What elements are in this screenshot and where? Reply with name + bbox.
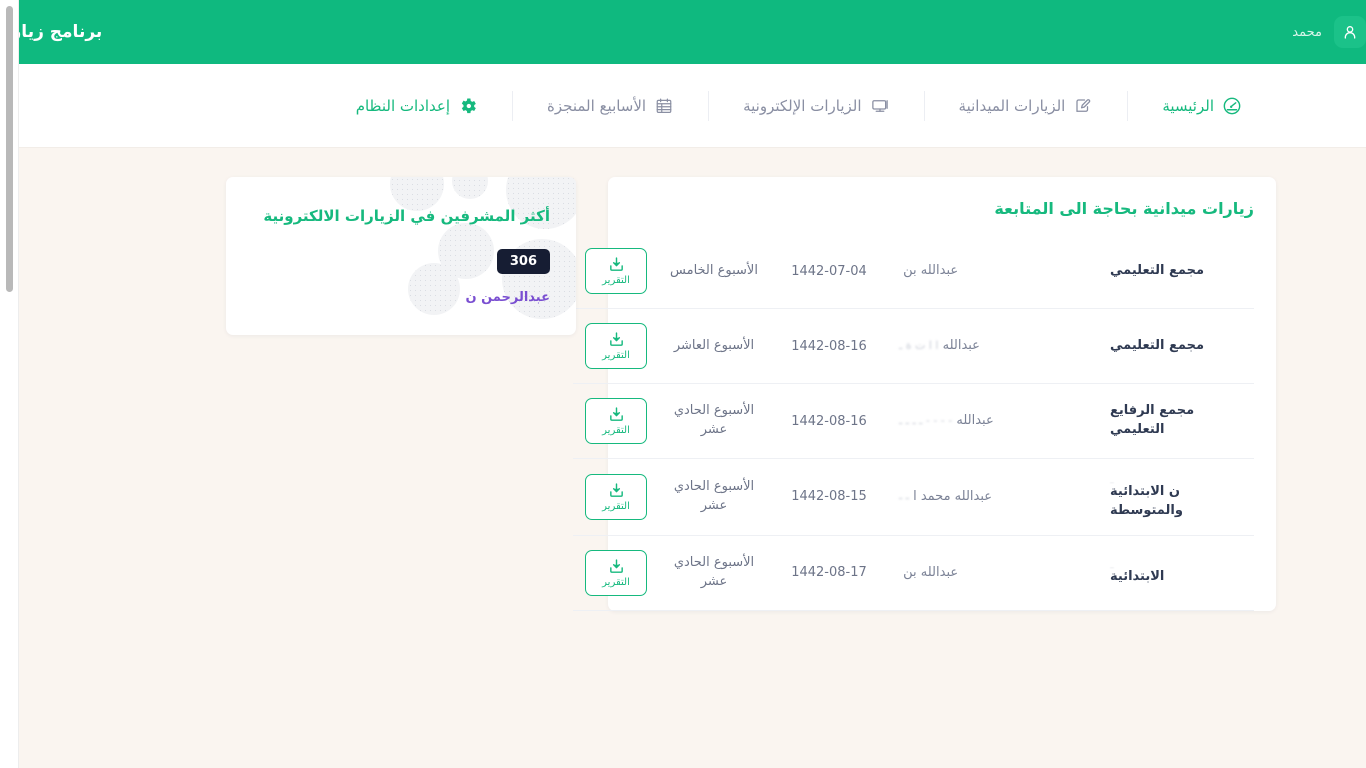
supervisor-name: عبدالله بن [903, 564, 959, 580]
download-icon [608, 331, 625, 348]
table-row[interactable]: مجمع التعليمي عبدالله ا ا ت ة ـ 1442-08-… [573, 308, 1254, 384]
report-download-button[interactable]: التقرير [585, 323, 647, 369]
cell-date: 1442-08-16 [769, 308, 889, 384]
table-row[interactable]: ـ الابتدائية عبدالله بن 1442-08-17 الأسب… [573, 535, 1254, 611]
nav-item-system-settings[interactable]: إعدادات النظام [322, 91, 512, 121]
followup-visits-card: زيارات ميدانية بحاجة الى المتابعة مجمع ا… [573, 177, 1276, 611]
table-row[interactable]: مجمع التعليمي عبدالله بن 1442-07-04 الأس… [573, 234, 1254, 309]
cell-date: 1442-07-04 [769, 234, 889, 309]
nav-item-home[interactable]: الرئيسية [1127, 90, 1276, 121]
cell-action: التقرير [573, 234, 659, 309]
nav-item-field-visits[interactable]: الزيارات الميدانية [923, 90, 1128, 121]
cell-action: التقرير [573, 308, 659, 384]
dashboard-gauge-icon [1222, 96, 1242, 116]
visit-count-badge: 306 [496, 248, 550, 274]
nav-item-label: إعدادات النظام [355, 96, 451, 115]
table-row[interactable]: مجمع الرفايع التعليمي عبدالله - - - - ـ … [573, 383, 1254, 459]
school-name: الابتدائية [1110, 569, 1165, 585]
nav-item-completed-weeks[interactable]: الأسابيع المنجزة [512, 90, 708, 121]
cell-school: مجمع الرفايع التعليمي [1104, 383, 1254, 459]
page-viewport: محمد برنامج زيارات المشرفين [19, 0, 1366, 768]
nav-item-electronic-visits[interactable]: الزيارات الإلكترونية [708, 90, 923, 121]
page-root: محمد برنامج زيارات المشرفين [0, 0, 1366, 768]
download-icon [608, 482, 625, 499]
report-button-label: التقرير [602, 425, 630, 436]
supervisor-name: عبدالله محمد ا [913, 489, 993, 505]
monitor-icon [870, 96, 890, 116]
report-button-label: التقرير [602, 275, 630, 286]
cell-week: الأسبوع الحادي عشر [659, 383, 769, 459]
scrollbar-thumb[interactable] [6, 6, 13, 292]
cell-week: الأسبوع العاشر [659, 308, 769, 384]
calendar-grid-icon [654, 96, 674, 116]
download-icon [608, 256, 625, 273]
download-icon [608, 558, 625, 575]
cell-date: 1442-08-17 [769, 535, 889, 611]
school-faint-line: ـ [1110, 474, 1114, 483]
avatar[interactable] [1334, 16, 1366, 48]
supervisor-name: عبدالله [956, 413, 994, 429]
cell-action: التقرير [573, 458, 659, 536]
cell-school: مجمع التعليمي [1104, 234, 1254, 309]
cell-date: 1442-08-15 [769, 458, 889, 536]
nav-list: الرئيسية الزيارات الميدانية الزيارات الإ… [322, 64, 1276, 147]
nav-item-label: الأسابيع المنجزة [547, 96, 647, 115]
cell-action: التقرير [573, 383, 659, 459]
report-button-label: التقرير [602, 500, 630, 512]
nav-item-label: الزيارات الميدانية [958, 96, 1066, 115]
header-user-area[interactable]: محمد [1292, 16, 1366, 48]
report-download-button[interactable]: التقرير [585, 398, 647, 444]
report-button-label: التقرير [602, 576, 630, 588]
top-supervisor-title: أكثر المشرفين في الزيارات الالكترونية [263, 207, 550, 225]
brand: برنامج زيارات المشرفين [19, 1, 102, 63]
cell-week: الأسبوع الحادي عشر [659, 458, 769, 536]
cell-action: التقرير [573, 535, 659, 611]
cell-week: الأسبوع الحادي عشر [659, 535, 769, 611]
supervisor-name: عبدالله بن [903, 263, 959, 279]
cell-school: ـ الابتدائية [1104, 535, 1254, 611]
supervisor-name: عبدالله [942, 338, 980, 354]
table-row[interactable]: ـ ن الابتدائية والمتوسطة عبدالله محمد ا … [573, 458, 1254, 536]
school-faint-line: ـ [1110, 559, 1114, 569]
cell-supervisor: عبدالله بن [889, 535, 1104, 611]
report-download-button[interactable]: التقرير [585, 473, 647, 520]
cell-supervisor: عبدالله محمد ا ـ ـ [889, 458, 1104, 536]
top-supervisor-card: أكثر المشرفين في الزيارات الالكترونية 30… [226, 177, 576, 335]
cell-supervisor: عبدالله - - - - ـ ـ ـ ـ [889, 383, 1104, 459]
user-name: محمد [1292, 24, 1322, 40]
nav-item-label: الزيارات الإلكترونية [743, 96, 862, 115]
supervisor-redacted-text: ـ ـ [899, 489, 909, 503]
followup-visits-table: مجمع التعليمي عبدالله بن 1442-07-04 الأس… [573, 234, 1254, 611]
report-download-button[interactable]: التقرير [585, 549, 647, 596]
pen-note-icon [1073, 96, 1093, 116]
cell-supervisor: عبدالله بن [889, 234, 1104, 309]
download-icon [608, 406, 625, 423]
cell-school: ـ ن الابتدائية والمتوسطة [1104, 458, 1254, 536]
report-download-button[interactable]: التقرير [585, 248, 647, 294]
school-name: ن الابتدائية والمتوسطة [1110, 484, 1183, 518]
cell-school: مجمع التعليمي [1104, 308, 1254, 384]
supervisor-redacted-text: - - - - ـ ـ ـ ـ [899, 413, 953, 427]
gear-icon [458, 96, 478, 116]
top-supervisor-name: عبدالرحمن ن [465, 289, 550, 305]
nav-item-label: الرئيسية [1162, 96, 1214, 115]
main-navigation: الرئيسية الزيارات الميدانية الزيارات الإ… [19, 64, 1366, 147]
top-supervisor-body: أكثر المشرفين في الزيارات الالكترونية 30… [226, 177, 576, 305]
cell-week: الأسبوع الخامس [659, 234, 769, 309]
table-body: مجمع التعليمي عبدالله بن 1442-07-04 الأس… [573, 234, 1254, 611]
user-icon [1342, 24, 1358, 40]
page-scrollbar[interactable] [0, 0, 19, 768]
report-button-label: التقرير [602, 350, 630, 361]
cell-supervisor: عبدالله ا ا ت ة ـ [889, 308, 1104, 384]
main-content: زيارات ميدانية بحاجة الى المتابعة مجمع ا… [19, 147, 1366, 611]
supervisor-redacted-text: ا ا ت ة ـ [899, 338, 939, 352]
cell-date: 1442-08-16 [769, 383, 889, 459]
followup-visits-title: زيارات ميدانية بحاجة الى المتابعة [994, 199, 1254, 218]
app-header: محمد برنامج زيارات المشرفين [19, 0, 1366, 64]
app-title: برنامج زيارات المشرفين [19, 22, 103, 42]
